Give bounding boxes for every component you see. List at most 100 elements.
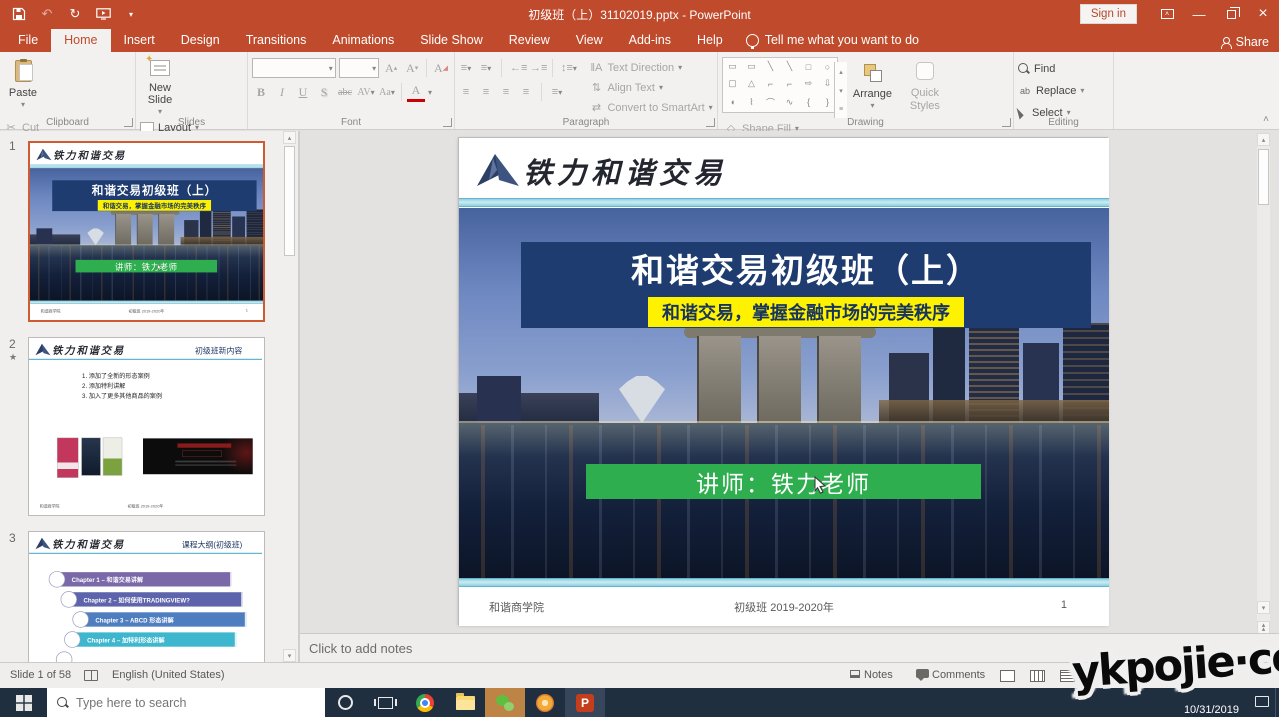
shape-freeform[interactable]: ◖: [730, 97, 735, 107]
shape-brace-right[interactable]: }: [826, 97, 829, 107]
convert-smartart-button[interactable]: ⇄Convert to SmartArt▾: [589, 99, 712, 116]
sign-in-button[interactable]: Sign in: [1080, 4, 1137, 24]
tab-help[interactable]: Help: [684, 29, 736, 52]
editor-scrollbar-thumb[interactable]: [1258, 149, 1269, 205]
tab-review[interactable]: Review: [496, 29, 563, 52]
taskbar-date[interactable]: 10/31/2019: [1184, 704, 1239, 716]
paragraph-dialog-launcher[interactable]: [706, 118, 715, 127]
align-text-button[interactable]: ⇅Align Text▾: [589, 79, 712, 96]
slide-header[interactable]: 铁力和谐交易: [30, 143, 263, 165]
close-button[interactable]: ×: [1247, 0, 1279, 28]
minimize-button[interactable]: —: [1183, 0, 1215, 28]
align-center-icon[interactable]: ≡: [479, 86, 493, 98]
font-size-select[interactable]: ▾: [339, 58, 379, 78]
slide-thumbnail-2[interactable]: 铁力和谐交易 初级班新内容 1. 添加了全新的形态案例 2. 添加特利讲解 3.…: [28, 337, 265, 516]
slide-title-box[interactable]: 和谐交易初级班（上） 和谐交易，掌握金融市场的完美秩序: [521, 242, 1091, 328]
shape-brace-left[interactable]: {: [807, 97, 810, 107]
text-shadow-button[interactable]: S: [315, 83, 333, 102]
show-desktop-button[interactable]: [1275, 688, 1279, 717]
clipboard-dialog-launcher[interactable]: [124, 118, 133, 127]
slide-photo-singapore-skyline[interactable]: 和谐交易初级班（上） 和谐交易，掌握金融市场的完美秩序 讲师：铁力老师: [459, 208, 1109, 578]
cortana-button[interactable]: [325, 688, 365, 717]
thumbnail-scrollbar[interactable]: ▴ ▾: [283, 131, 296, 662]
editor-scrollbar[interactable]: ▴ ▾ ▴▴ ▾▾: [1257, 133, 1270, 653]
grow-font-button[interactable]: A▴: [382, 59, 400, 78]
customize-qat-icon[interactable]: ▾: [122, 5, 140, 23]
decrease-indent-icon[interactable]: ←≡: [510, 62, 524, 74]
thumb-scroll-down-icon[interactable]: ▾: [283, 649, 296, 662]
shape-curve[interactable]: ∿: [786, 97, 794, 108]
undo-icon[interactable]: ↶: [38, 5, 56, 23]
share-button[interactable]: Share: [1220, 35, 1269, 49]
font-color-button[interactable]: A: [407, 83, 425, 102]
align-left-icon[interactable]: ≡: [459, 86, 473, 98]
shapes-gallery[interactable]: ▭▭╲╲□○ ▢△⌐⌐⇨⇩ ◖⌇⌒∿{}: [722, 57, 838, 113]
change-case-button[interactable]: Aa▾: [378, 83, 396, 102]
thumb-scroll-up-icon[interactable]: ▴: [283, 131, 296, 144]
start-slideshow-icon[interactable]: [94, 5, 112, 23]
main-slide-canvas[interactable]: 铁力和谐交易 和谐交易初级班（上: [458, 137, 1108, 625]
editor-scroll-up-icon[interactable]: ▴: [1257, 133, 1270, 146]
font-name-select[interactable]: ▾: [252, 58, 336, 78]
tab-insert[interactable]: Insert: [111, 29, 168, 52]
normal-view-button[interactable]: [1000, 670, 1015, 685]
slide-sorter-view-button[interactable]: [1030, 670, 1045, 685]
tab-view[interactable]: View: [563, 29, 616, 52]
taskbar-explorer-button[interactable]: [445, 688, 485, 717]
slide-footer[interactable]: 和谐商学院 初级班 2019-2020年 1: [30, 304, 263, 318]
slide-footer[interactable]: 和谐商学院 初级班 2019-2020年 1: [459, 587, 1109, 626]
bold-button[interactable]: B: [252, 83, 270, 102]
presenter-bar[interactable]: 讲师：铁力老师: [76, 260, 218, 273]
shapes-scroll-down-icon[interactable]: ▾: [839, 87, 843, 95]
ribbon-display-options-button[interactable]: ˄: [1151, 0, 1183, 28]
action-center-icon[interactable]: [1255, 696, 1269, 707]
slide-thumbnail-3[interactable]: 铁力和谐交易 课程大纲(初级班) Chapter 1 – 和谐交易讲解 Chap…: [28, 531, 265, 662]
thumb-scrollbar-thumb[interactable]: [284, 146, 295, 256]
shape-lightning[interactable]: ⌇: [749, 97, 753, 108]
shape-arc[interactable]: ⌒: [766, 96, 775, 109]
arrange-button[interactable]: Arrange ▾: [846, 57, 898, 117]
collapse-ribbon-button[interactable]: ˄: [1263, 114, 1269, 125]
shapes-gallery-scroll[interactable]: ▴ ▾ ≡: [834, 62, 847, 118]
tab-home[interactable]: Home: [51, 29, 110, 52]
tab-animations[interactable]: Animations: [319, 29, 407, 52]
strikethrough-button[interactable]: abc: [336, 83, 354, 102]
slide-counter[interactable]: Slide 1 of 58: [10, 669, 71, 681]
tab-transitions[interactable]: Transitions: [233, 29, 320, 52]
bullets-icon[interactable]: ≡▾: [459, 62, 473, 74]
quick-styles-button[interactable]: Quick Styles: [903, 56, 947, 116]
shape-arrow-down[interactable]: ⇩: [824, 78, 832, 89]
shapes-more-icon[interactable]: ≡: [839, 106, 843, 113]
shape-arrow-right[interactable]: ⇨: [805, 78, 813, 89]
shape-oval[interactable]: ○: [825, 62, 830, 72]
clear-formatting-button[interactable]: A◢: [432, 59, 450, 78]
increase-indent-icon[interactable]: →≡: [530, 62, 544, 74]
slide-photo-singapore-skyline[interactable]: 和谐交易初级班（上） 和谐交易，掌握金融市场的完美秩序 讲师：铁力老师: [30, 168, 263, 301]
save-icon[interactable]: [10, 5, 28, 23]
shape-rectangle[interactable]: □: [806, 62, 811, 72]
taskbar-app-button[interactable]: [525, 688, 565, 717]
shape-rounded-rect[interactable]: ▢: [728, 78, 737, 89]
text-direction-button[interactable]: ‖AText Direction▾: [589, 59, 712, 76]
taskbar-search-box[interactable]: [47, 688, 325, 717]
italic-button[interactable]: I: [273, 83, 291, 102]
align-right-icon[interactable]: ≡: [499, 86, 513, 98]
justify-icon[interactable]: ≡: [519, 86, 533, 98]
find-button[interactable]: Find: [1018, 60, 1084, 77]
taskbar-powerpoint-button[interactable]: P: [565, 688, 605, 717]
new-slide-button[interactable]: New Slide ▾: [140, 56, 180, 116]
numbering-icon[interactable]: ≡▾: [479, 62, 493, 74]
start-button[interactable]: [0, 688, 47, 717]
tab-slideshow[interactable]: Slide Show: [407, 29, 496, 52]
shape-textbox-vertical[interactable]: ▭: [747, 61, 756, 72]
restore-button[interactable]: [1215, 0, 1247, 28]
line-spacing-icon[interactable]: ↕≡▾: [561, 62, 575, 74]
notes-placeholder[interactable]: Click to add notes: [309, 641, 412, 656]
notes-toggle-button[interactable]: Notes: [850, 669, 893, 681]
shapes-scroll-up-icon[interactable]: ▴: [839, 68, 843, 76]
underline-button[interactable]: U: [294, 83, 312, 102]
slide-header[interactable]: 铁力和谐交易: [459, 138, 1109, 198]
slide-title-box[interactable]: 和谐交易初级班（上） 和谐交易，掌握金融市场的完美秩序: [52, 180, 256, 211]
replace-button[interactable]: abReplace▾: [1018, 82, 1084, 99]
font-color-dropdown[interactable]: ▾: [428, 88, 432, 97]
